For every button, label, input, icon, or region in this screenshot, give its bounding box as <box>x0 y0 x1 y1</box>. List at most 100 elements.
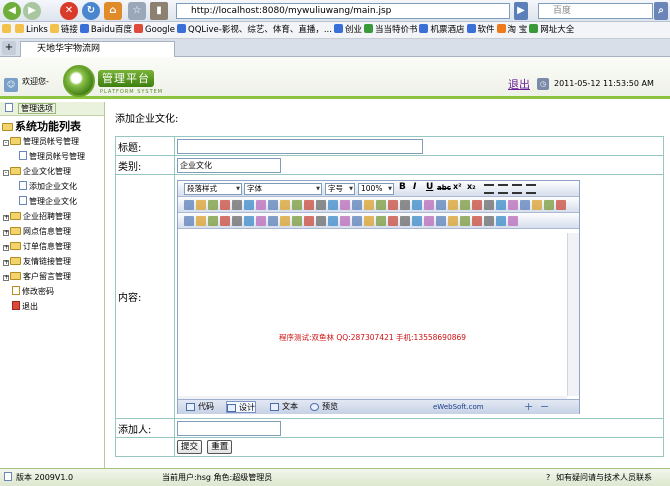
expand-icon[interactable]: + <box>3 260 9 266</box>
toolbar-tool-icon[interactable] <box>424 215 434 226</box>
toolbar-tool-icon[interactable] <box>340 215 350 226</box>
toolbar-tool-icon[interactable] <box>280 215 290 226</box>
underline-icon[interactable]: U <box>426 182 433 192</box>
go-icon[interactable]: ▶ <box>514 2 528 20</box>
mode-text-button[interactable]: 文本 <box>270 401 298 413</box>
shrink-icon[interactable]: − <box>540 400 549 413</box>
mode-design-button[interactable]: 设计 <box>226 400 256 413</box>
toolbar-tool-icon[interactable] <box>544 199 554 210</box>
mode-code-button[interactable]: 代码 <box>186 401 214 413</box>
title-input[interactable] <box>177 138 423 154</box>
history-icon[interactable]: ▮ <box>150 2 168 20</box>
reset-button[interactable]: 重置 <box>207 440 233 454</box>
tree-item[interactable]: 添加企业文化 <box>0 179 104 194</box>
link-item[interactable]: 网址大全 <box>529 22 574 38</box>
toolbar-tool-icon[interactable] <box>352 215 362 226</box>
link-item[interactable]: 创业 <box>333 22 362 38</box>
tree-item[interactable]: 修改密码 <box>0 284 104 299</box>
header-exit-link[interactable]: 退出 <box>508 76 530 92</box>
toolbar-tool-icon[interactable] <box>316 215 326 226</box>
home-icon[interactable]: ⌂ <box>104 2 122 20</box>
toolbar-tool-icon[interactable] <box>472 215 482 226</box>
toolbar-tool-icon[interactable] <box>196 199 206 210</box>
stop-icon[interactable]: ✕ <box>60 2 78 20</box>
toolbar-tool-icon[interactable] <box>292 199 302 210</box>
toolbar-tool-icon[interactable] <box>208 215 218 226</box>
new-tab-icon[interactable]: + <box>2 41 16 55</box>
editor-vertical-scrollbar[interactable] <box>567 232 579 396</box>
tree-item[interactable]: + 友情链接管理 <box>0 254 104 269</box>
toolbar-tool-icon[interactable] <box>232 215 242 226</box>
toolbar-tool-icon[interactable] <box>412 199 422 210</box>
tree-item[interactable]: + 网点信息管理 <box>0 224 104 239</box>
toolbar-tool-icon[interactable] <box>484 199 494 210</box>
font-size-select[interactable]: 字号 <box>325 182 355 195</box>
mode-preview-button[interactable]: 预览 <box>310 401 338 413</box>
toolbar-tool-icon[interactable] <box>376 215 386 226</box>
expand-icon[interactable]: + <box>3 275 9 281</box>
toolbar-tool-icon[interactable] <box>436 215 446 226</box>
toolbar-tool-icon[interactable] <box>280 199 290 210</box>
link-item[interactable]: 当当特价书 <box>363 22 417 38</box>
toolbar-tool-icon[interactable] <box>508 199 518 210</box>
toolbar-tool-icon[interactable] <box>220 199 230 210</box>
align-center-icon[interactable] <box>498 183 508 194</box>
toolbar-tool-icon[interactable] <box>388 215 398 226</box>
toolbar-tool-icon[interactable] <box>256 215 266 226</box>
toolbar-tool-icon[interactable] <box>448 199 458 210</box>
toolbar-tool-icon[interactable] <box>232 199 242 210</box>
toolbar-tool-icon[interactable] <box>496 215 506 226</box>
toolbar-tool-icon[interactable] <box>304 199 314 210</box>
link-item[interactable]: 软件 <box>466 22 495 38</box>
italic-icon[interactable]: I <box>413 182 416 192</box>
toolbar-tool-icon[interactable] <box>520 199 530 210</box>
tab-current[interactable]: 天地华宇物流网 <box>20 41 175 57</box>
toolbar-tool-icon[interactable] <box>484 215 494 226</box>
toolbar-tool-icon[interactable] <box>244 215 254 226</box>
toolbar-tool-icon[interactable] <box>220 215 230 226</box>
tree-item[interactable]: 管理企业文化 <box>0 194 104 209</box>
expand-icon[interactable]: + <box>3 245 9 251</box>
toolbar-tool-icon[interactable] <box>184 215 194 226</box>
link-item[interactable]: QQLive-影视、综艺、体育、直播，... <box>177 22 332 38</box>
tree-item[interactable]: + 客户留言管理 <box>0 269 104 284</box>
tree-item[interactable]: + 订单信息管理 <box>0 239 104 254</box>
zoom-select[interactable]: 100% <box>358 182 394 195</box>
toolbar-tool-icon[interactable] <box>268 199 278 210</box>
align-right-icon[interactable] <box>512 183 522 194</box>
toolbar-tool-icon[interactable] <box>364 215 374 226</box>
align-justify-icon[interactable] <box>526 183 536 194</box>
link-item[interactable]: 机票酒店 <box>419 22 465 38</box>
toolbar-tool-icon[interactable] <box>328 199 338 210</box>
align-left-icon[interactable] <box>484 183 494 194</box>
toolbar-tool-icon[interactable] <box>364 199 374 210</box>
collapse-icon[interactable]: - <box>3 170 9 176</box>
expand-icon[interactable]: + <box>3 215 9 221</box>
tree-item[interactable]: + 企业招聘管理 <box>0 209 104 224</box>
tree-item[interactable]: 管理员帐号管理 <box>0 149 104 164</box>
toolbar-tool-icon[interactable] <box>460 215 470 226</box>
toolbar-tool-icon[interactable] <box>388 199 398 210</box>
strikethrough-icon[interactable]: abc <box>437 184 451 192</box>
expand-icon[interactable]: + <box>3 230 9 236</box>
back-icon[interactable]: ◀ <box>3 2 21 20</box>
favorites-bar-icon[interactable] <box>2 22 13 38</box>
editor-content-area[interactable]: 程序测试:双鱼林 QQ:287307421 手机:13558690869 <box>178 232 567 396</box>
toolbar-tool-icon[interactable] <box>256 199 266 210</box>
toolbar-tool-icon[interactable] <box>436 199 446 210</box>
favorites-icon[interactable]: ☆ <box>128 2 146 20</box>
forward-icon[interactable]: ▶ <box>23 2 41 20</box>
font-select[interactable]: 字体 <box>244 182 322 195</box>
toolbar-tool-icon[interactable] <box>208 199 218 210</box>
link-item[interactable]: 链接 <box>49 22 78 38</box>
toolbar-tool-icon[interactable] <box>196 215 206 226</box>
address-bar[interactable]: http://localhost:8080/mywuliuwang/main.j… <box>176 3 510 19</box>
bold-icon[interactable]: B <box>399 182 406 192</box>
superscript-icon[interactable]: x² <box>453 182 462 191</box>
toolbar-tool-icon[interactable] <box>400 215 410 226</box>
toolbar-tool-icon[interactable] <box>424 199 434 210</box>
toolbar-tool-icon[interactable] <box>460 199 470 210</box>
toolbar-tool-icon[interactable] <box>340 199 350 210</box>
link-item[interactable]: Baidu百度 <box>79 22 132 38</box>
search-icon[interactable]: ⌕ <box>654 2 668 20</box>
